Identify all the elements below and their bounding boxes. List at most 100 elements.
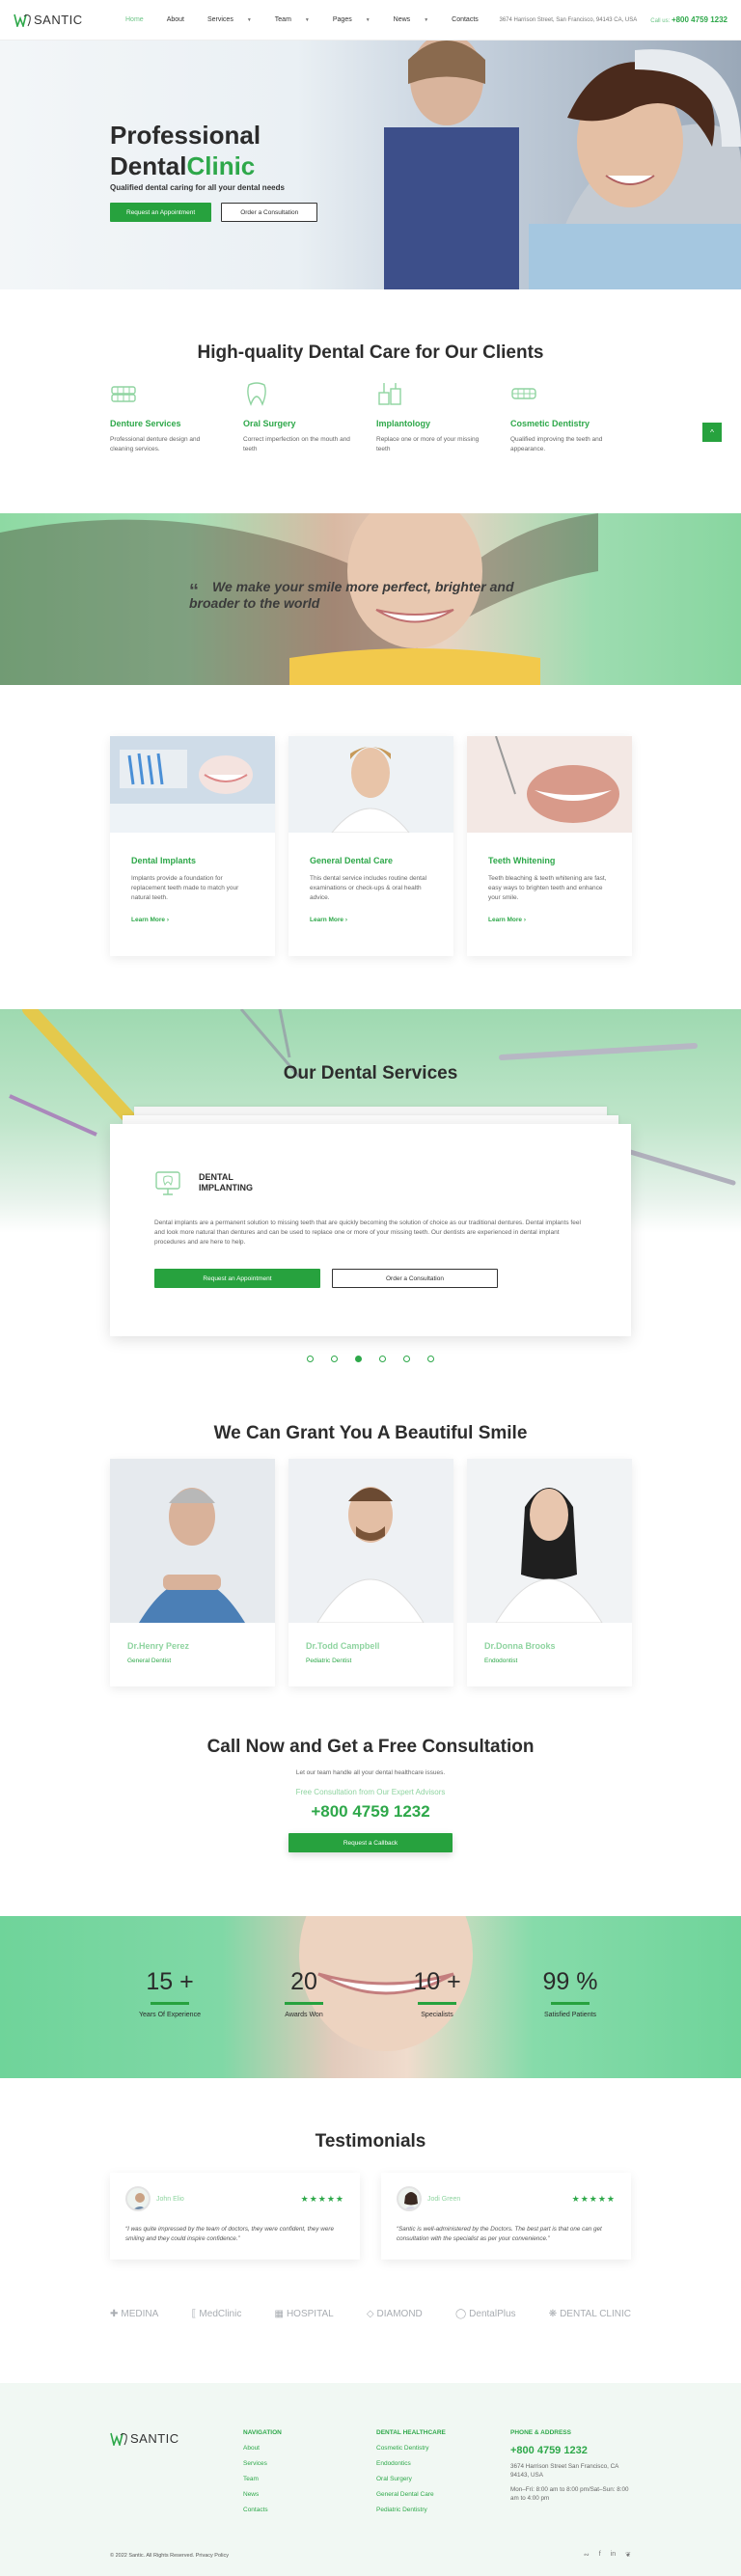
service-item[interactable]: Oral Surgery Correct imperfection on the… [243, 381, 354, 454]
testimonial-card: Jodi Green ★★★★★ “Santic is well-adminis… [381, 2173, 631, 2260]
consultation-section: Call Now and Get a Free Consultation Let… [0, 1737, 741, 1852]
nav-label: About [166, 16, 184, 23]
facebook-icon[interactable]: f [599, 2551, 601, 2559]
partner-logos: ✚ MEDINA ⟦ MedClinic ▦ HOSPITAL ◇ DIAMOND ◯ D… [110, 2309, 631, 2319]
bracket-icon: ⟦ [191, 2309, 197, 2319]
stat-specialists: 10 + Specialists [384, 1968, 490, 2018]
brand-dental-clinic[interactable]: ❋ DENTAL CLINIC [549, 2309, 631, 2319]
service-text: Qualified improving the teeth and appear… [510, 436, 603, 452]
copyright: © 2022 Santic. All Rights Reserved. Priv… [110, 2553, 229, 2559]
linkedin-icon[interactable]: in [611, 2551, 616, 2559]
tooth-logo-icon [110, 2432, 127, 2446]
service-item[interactable]: Denture Services Professional denture de… [110, 381, 221, 454]
brand-name: DENTAL CLINIC [560, 2309, 631, 2319]
brand-medina[interactable]: ✚ MEDINA [110, 2309, 158, 2319]
team-grid: Dr.Henry Perez General Dentist Dr.Todd C… [110, 1459, 632, 1686]
nav-contacts[interactable]: Contacts [440, 16, 490, 23]
implant-icon [378, 383, 401, 405]
slider-dot[interactable] [307, 1356, 314, 1362]
rss-icon[interactable]: ∾ [584, 2551, 590, 2559]
chevron-down-icon: ▼ [424, 16, 429, 23]
card-title: Teeth Whitening [488, 856, 556, 865]
footer-link[interactable]: Endodontics [376, 2460, 446, 2467]
footer-link[interactable]: Team [243, 2476, 282, 2482]
footer-link[interactable]: About [243, 2445, 282, 2452]
request-appointment-button[interactable]: Request an Appointment [110, 203, 212, 222]
brand-name: MedClinic [199, 2309, 242, 2319]
footer-link[interactable]: General Dental Care [376, 2491, 446, 2498]
header-phone: +800 4759 1232 [671, 15, 727, 24]
service-text: Replace one or more of your missing teet… [376, 436, 480, 452]
brand-dentalplus[interactable]: ◯ DentalPlus [455, 2309, 516, 2319]
request-appointment-button[interactable]: Request an Appointment [154, 1269, 320, 1288]
consultation-subtitle: Let our team handle all your dental heal… [295, 1769, 446, 1776]
order-consultation-button[interactable]: Order a Consultation [332, 1269, 498, 1288]
stat-underline [151, 2002, 189, 2005]
slider-dot[interactable] [379, 1356, 386, 1362]
team-member[interactable]: Dr.Todd Campbell Pediatric Dentist [288, 1459, 453, 1686]
nav-services[interactable]: Services ▼ [196, 16, 263, 23]
team-member[interactable]: Dr.Henry Perez General Dentist [110, 1459, 275, 1686]
doctor-photo [110, 1459, 275, 1623]
learn-more-link[interactable]: Learn More › [488, 917, 632, 923]
testimonial-text: “I was quite impressed by the team of do… [125, 2226, 334, 2242]
service-card[interactable]: Dental Implants Implants provide a found… [110, 736, 275, 956]
brand-diamond[interactable]: ◇ DIAMOND [367, 2309, 423, 2319]
stat-underline [418, 2002, 456, 2005]
slider-dot[interactable] [403, 1356, 410, 1362]
nav-label: Team [274, 16, 291, 23]
member-role: Pediatric Dentist [306, 1658, 352, 1664]
chevron-right-icon: › [523, 917, 527, 923]
footer-link[interactable]: Pediatric Dentistry [376, 2507, 446, 2513]
team-member[interactable]: Dr.Donna Brooks Endodontist [467, 1459, 632, 1686]
logo-text: SANTIC [130, 2431, 179, 2446]
card-text: This dental service includes routine den… [310, 875, 427, 901]
footer-link[interactable]: Contacts [243, 2507, 282, 2513]
nav-pages[interactable]: Pages ▼ [321, 16, 382, 23]
service-card[interactable]: General Dental Care This dental service … [288, 736, 453, 956]
slider-dot-active[interactable] [355, 1356, 362, 1362]
slider-dot[interactable] [331, 1356, 338, 1362]
footer-phone[interactable]: +800 4759 1232 [510, 2445, 631, 2456]
slider-dot[interactable] [427, 1356, 434, 1362]
learn-more-link[interactable]: Learn More › [131, 917, 275, 923]
nav-about[interactable]: About [155, 16, 196, 23]
footer-link[interactable]: News [243, 2491, 282, 2498]
chevron-down-icon: ▼ [246, 16, 252, 23]
stat-label: Specialists [421, 2012, 453, 2018]
footer-link[interactable]: Cosmetic Dentistry [376, 2445, 446, 2452]
brand-medclinic[interactable]: ⟦ MedClinic [191, 2309, 241, 2319]
tooth-logo-icon [14, 14, 31, 27]
card-text: Teeth bleaching & teeth whitening are fa… [488, 875, 607, 901]
nav-team[interactable]: Team ▼ [263, 16, 321, 23]
hero-title-line1: Professional [110, 121, 261, 150]
service-card[interactable]: Teeth Whitening Teeth bleaching & teeth … [467, 735, 632, 956]
footer-link[interactable]: Services [243, 2460, 282, 2467]
footer-logo[interactable]: SANTIC [110, 2431, 210, 2446]
learn-more-link[interactable]: Learn More › [310, 917, 453, 923]
twitter-icon[interactable]: ❦ [625, 2551, 631, 2559]
footer-link[interactable]: Oral Surgery [376, 2476, 446, 2482]
site-header: SANTIC Home About Services ▼ Team ▼ Pages ▼… [0, 0, 741, 41]
header-call[interactable]: Call us: +800 4759 1232 [650, 15, 727, 24]
footer-healthcare: DENTAL HEALTHCARE Cosmetic Dentistry End… [376, 2429, 446, 2513]
footer-col-title: DENTAL HEALTHCARE [376, 2429, 446, 2436]
main-nav: Home About Services ▼ Team ▼ Pages ▼ News ▼ … [114, 16, 500, 23]
request-callback-button[interactable]: Request a Callback [288, 1833, 453, 1852]
consultation-phone[interactable]: +800 4759 1232 [0, 1802, 741, 1822]
service-item[interactable]: Cosmetic Dentistry Qualified improving t… [510, 381, 621, 454]
service-item[interactable]: Implantology Replace one or more of your… [376, 381, 487, 454]
stat-underline [285, 2002, 323, 2005]
call-label: Call us: [650, 18, 671, 24]
brand-hospital[interactable]: ▦ HOSPITAL [275, 2309, 334, 2319]
member-name: Dr.Todd Campbell [306, 1641, 380, 1651]
nav-news[interactable]: News ▼ [382, 16, 440, 23]
denture-icon [111, 386, 136, 402]
chevron-right-icon: › [166, 917, 170, 923]
nav-home[interactable]: Home [114, 16, 155, 23]
service-title: Oral Surgery [243, 419, 296, 428]
scroll-top-button[interactable]: ^ [702, 423, 722, 442]
order-consultation-button[interactable]: Order a Consultation [221, 203, 318, 222]
care-title: High-quality Dental Care for Our Clients [197, 343, 544, 363]
logo[interactable]: SANTIC [14, 13, 114, 27]
